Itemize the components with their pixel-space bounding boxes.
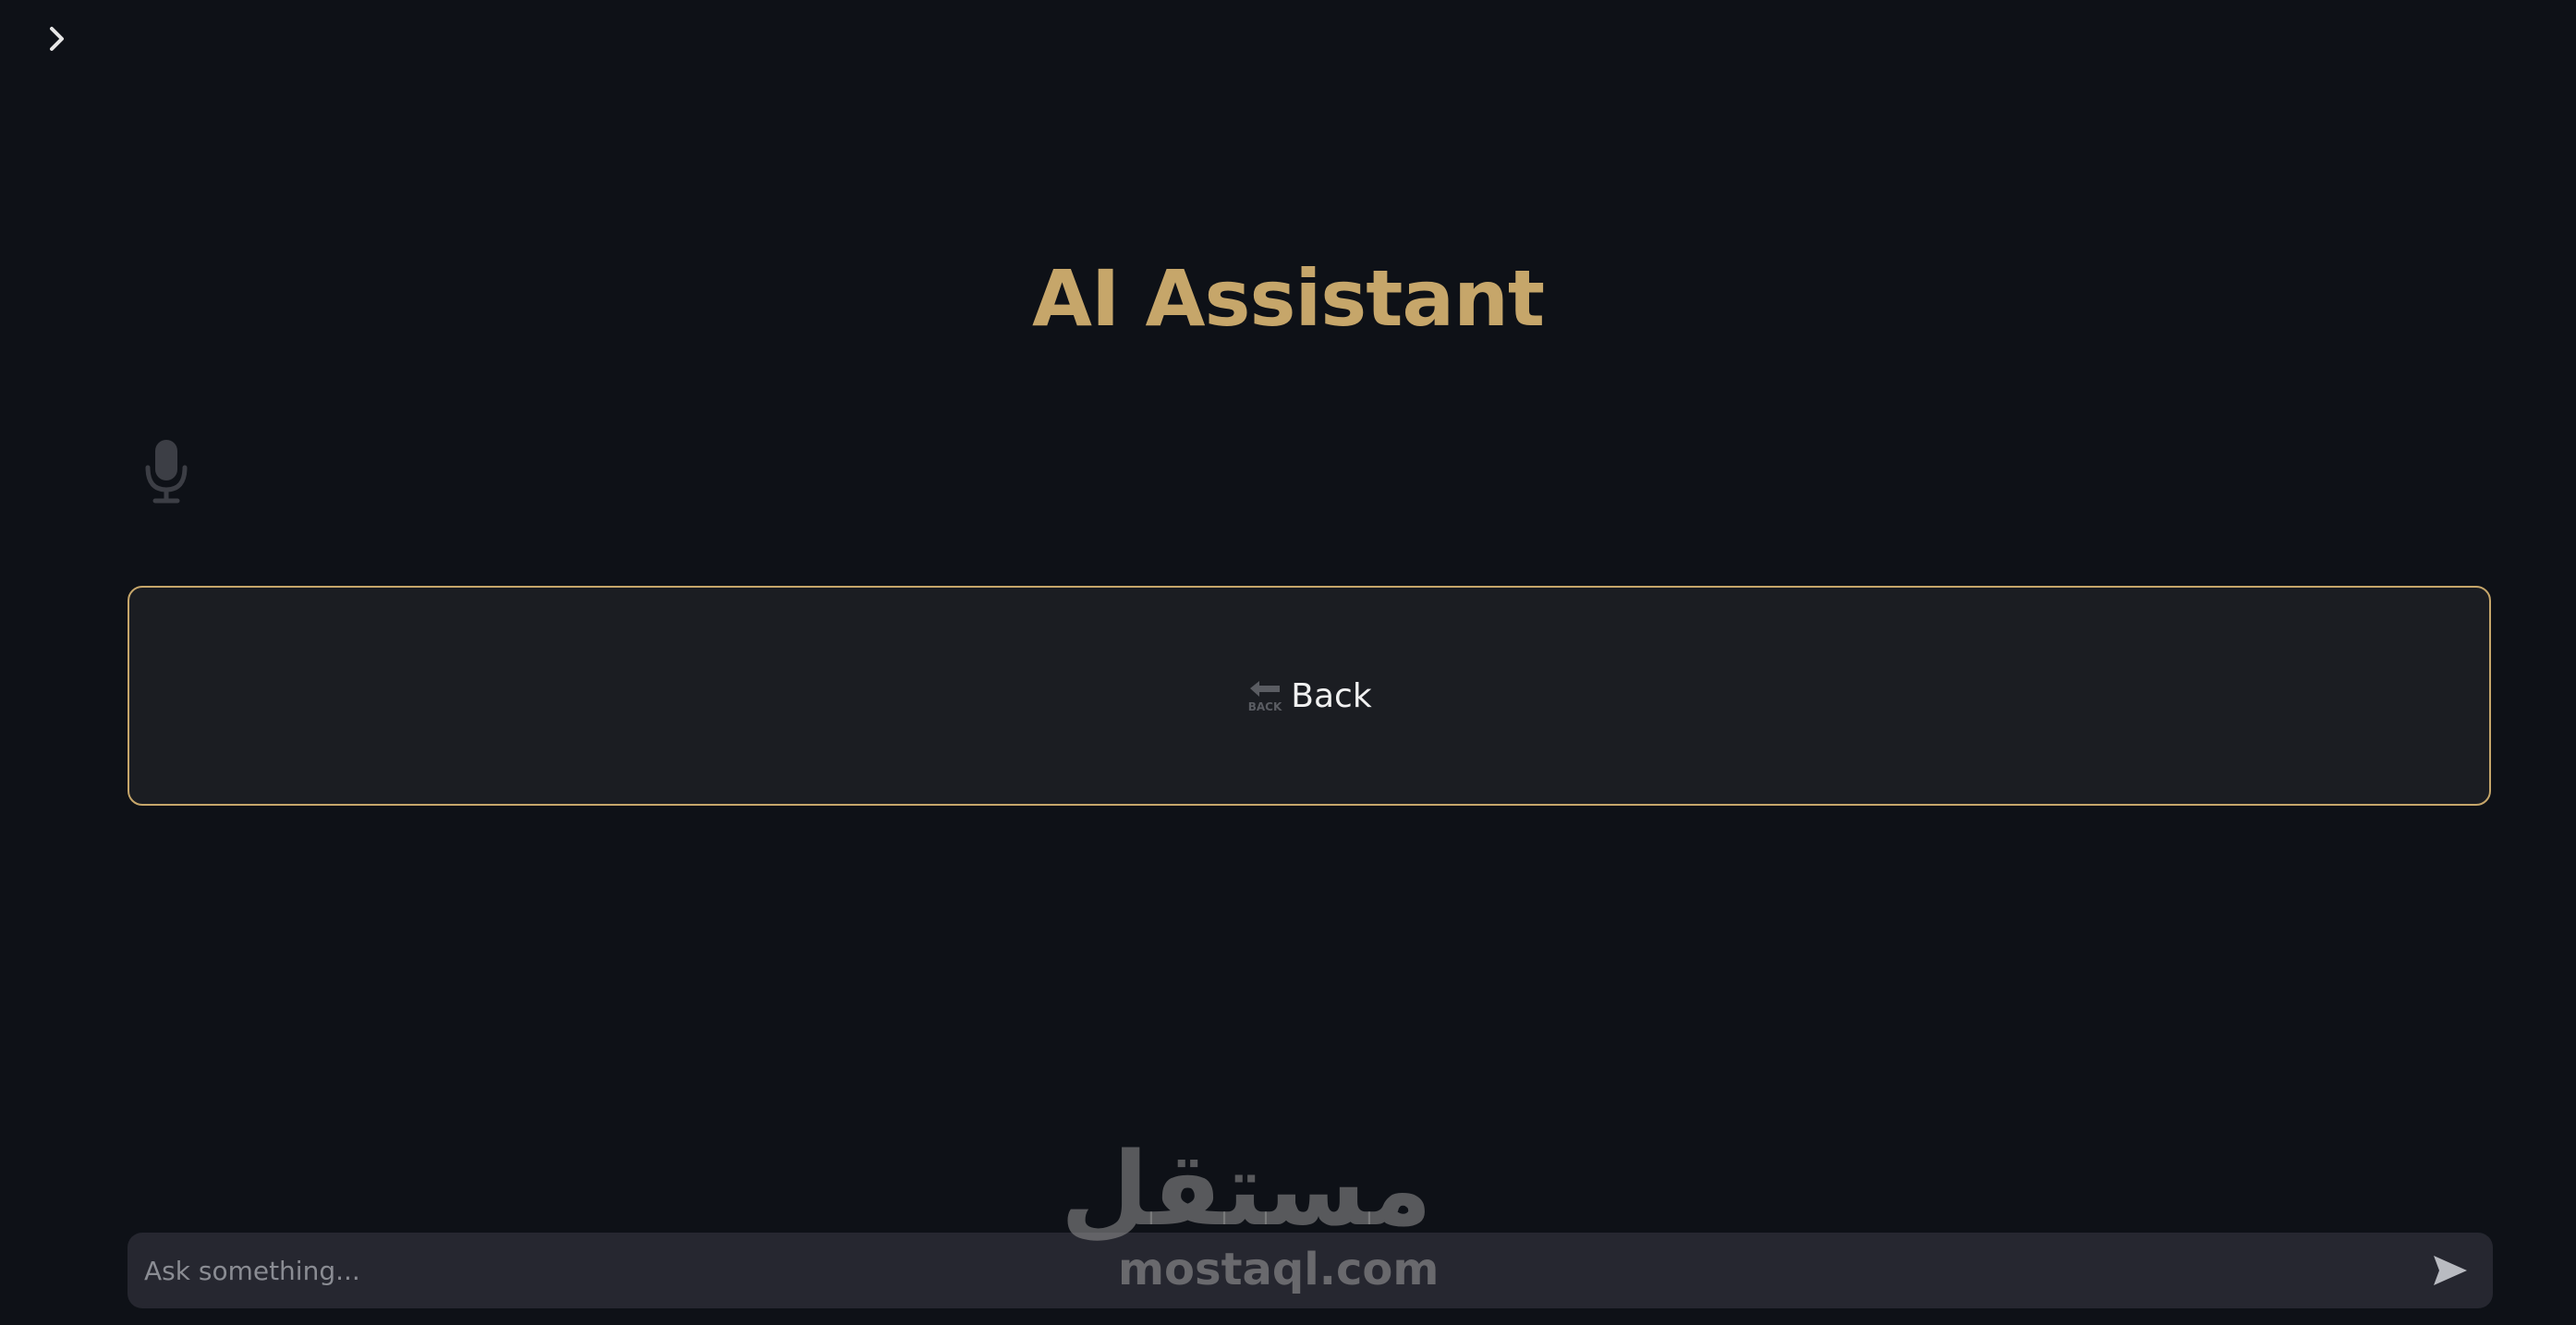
microphone-button[interactable] [140, 438, 192, 504]
microphone-icon [145, 440, 188, 504]
chat-input[interactable] [128, 1232, 2424, 1309]
back-icon-text: BACK [1248, 700, 1282, 713]
send-button[interactable] [2424, 1245, 2476, 1296]
watermark-arabic: مستقل [1060, 1130, 1432, 1248]
back-arrow-icon: BACK [1248, 681, 1282, 713]
back-button-label: Back [1291, 676, 1372, 715]
back-button[interactable]: BACK Back [128, 586, 2491, 806]
app-page: AI Assistant BACK Back مستقل mostaql.com [0, 0, 2576, 1325]
chat-input-bar [128, 1232, 2493, 1309]
back-button-content: BACK Back [1246, 676, 1372, 715]
send-icon [2434, 1256, 2467, 1285]
chevron-right-icon [50, 27, 64, 51]
page-title: AI Assistant [1031, 253, 1545, 344]
sidebar-toggle-button[interactable] [41, 20, 74, 57]
